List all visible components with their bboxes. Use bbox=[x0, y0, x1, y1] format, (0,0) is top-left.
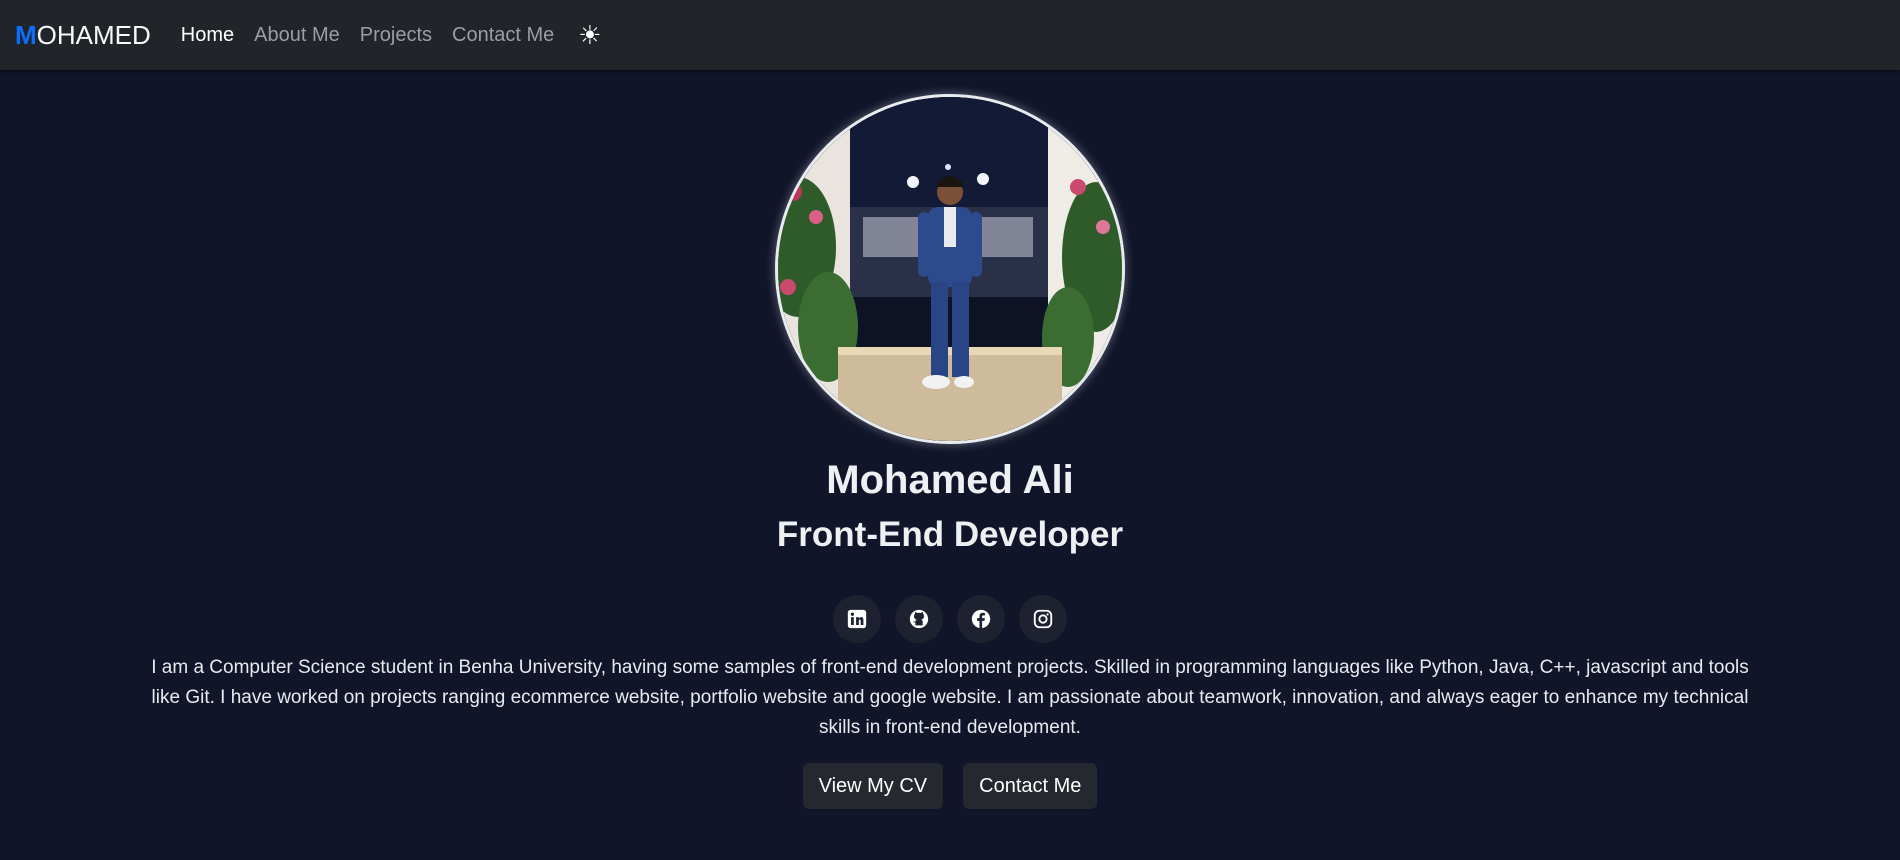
social-links bbox=[0, 595, 1900, 643]
profile-photo-illustration bbox=[778, 97, 1122, 441]
view-cv-button[interactable]: View My CV bbox=[802, 763, 944, 809]
github-icon bbox=[909, 609, 929, 629]
brand-name-rest: OHAMED bbox=[36, 19, 151, 50]
profile-name: Mohamed Ali bbox=[826, 458, 1074, 502]
profile-photo bbox=[775, 94, 1125, 444]
nav-link-contact-me[interactable]: Contact Me bbox=[452, 24, 554, 47]
nav-links: Home About Me Projects Contact Me ☀ bbox=[181, 22, 602, 48]
theme-toggle-sun-icon[interactable]: ☀ bbox=[578, 22, 601, 48]
hero-section: Mohamed Ali Front-End Developer I am a C… bbox=[0, 70, 1900, 860]
facebook-icon bbox=[971, 609, 991, 629]
linkedin-icon bbox=[847, 609, 867, 629]
nav-link-about-me[interactable]: About Me bbox=[254, 24, 340, 47]
nav-link-home[interactable]: Home bbox=[181, 24, 234, 47]
instagram-icon bbox=[1033, 609, 1053, 629]
brand-first-letter: M bbox=[15, 19, 37, 50]
brand-logo[interactable]: MOHAMED bbox=[15, 20, 151, 51]
navbar: MOHAMED Home About Me Projects Contact M… bbox=[0, 0, 1900, 70]
linkedin-link[interactable] bbox=[833, 595, 881, 643]
instagram-link[interactable] bbox=[1019, 595, 1067, 643]
hero-actions: View My CV Contact Me bbox=[0, 763, 1900, 809]
profile-bio: I am a Computer Science student in Benha… bbox=[151, 657, 1749, 738]
github-link[interactable] bbox=[895, 595, 943, 643]
contact-me-button[interactable]: Contact Me bbox=[963, 763, 1098, 809]
facebook-link[interactable] bbox=[957, 595, 1005, 643]
profile-role: Front-End Developer bbox=[776, 515, 1124, 554]
nav-link-projects[interactable]: Projects bbox=[360, 24, 432, 47]
